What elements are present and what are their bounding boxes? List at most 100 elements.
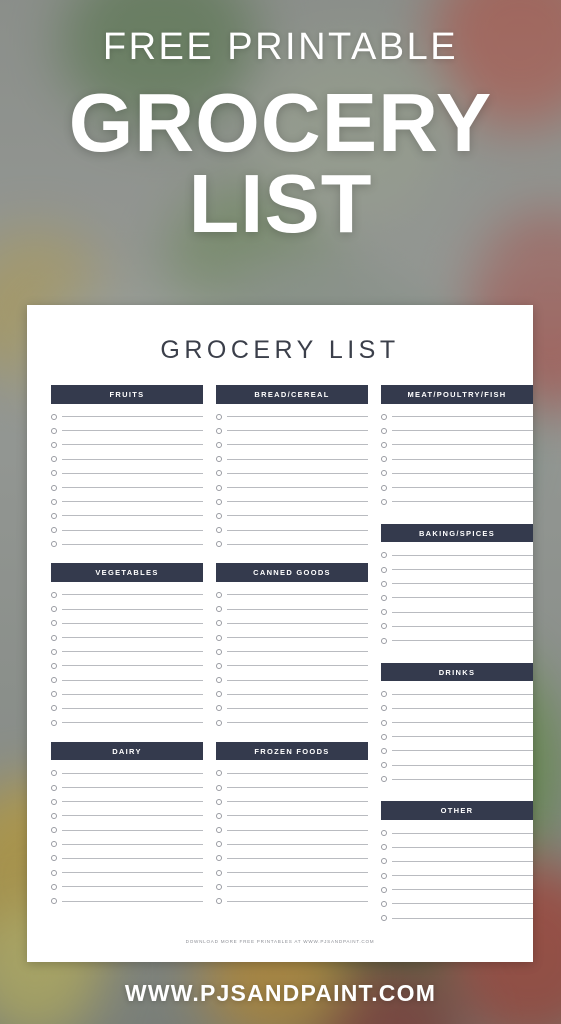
- write-in-line[interactable]: [392, 430, 533, 432]
- write-in-line[interactable]: [227, 622, 368, 624]
- list-item[interactable]: [216, 687, 368, 701]
- checkbox-circle-icon[interactable]: [51, 784, 57, 791]
- checkbox-circle-icon[interactable]: [216, 413, 222, 420]
- list-item[interactable]: [381, 424, 533, 438]
- list-item[interactable]: [381, 854, 533, 868]
- write-in-line[interactable]: [392, 832, 533, 834]
- list-item[interactable]: [216, 410, 368, 424]
- write-in-line[interactable]: [227, 515, 368, 517]
- list-item[interactable]: [51, 716, 203, 730]
- write-in-line[interactable]: [227, 444, 368, 446]
- checkbox-circle-icon[interactable]: [216, 456, 222, 463]
- checkbox-circle-icon[interactable]: [51, 648, 57, 655]
- list-item[interactable]: [381, 744, 533, 758]
- checkbox-circle-icon[interactable]: [216, 484, 222, 491]
- write-in-line[interactable]: [62, 430, 203, 432]
- list-item[interactable]: [381, 772, 533, 786]
- checkbox-circle-icon[interactable]: [216, 719, 222, 726]
- list-item[interactable]: [381, 438, 533, 452]
- checkbox-circle-icon[interactable]: [51, 484, 57, 491]
- checkbox-circle-icon[interactable]: [216, 634, 222, 641]
- list-item[interactable]: [216, 809, 368, 823]
- list-item[interactable]: [216, 452, 368, 466]
- write-in-line[interactable]: [392, 889, 533, 891]
- write-in-line[interactable]: [227, 651, 368, 653]
- list-item[interactable]: [216, 616, 368, 630]
- list-item[interactable]: [51, 438, 203, 452]
- list-item[interactable]: [216, 509, 368, 523]
- checkbox-circle-icon[interactable]: [381, 705, 387, 712]
- list-item[interactable]: [51, 509, 203, 523]
- list-item[interactable]: [381, 480, 533, 494]
- checkbox-circle-icon[interactable]: [51, 677, 57, 684]
- list-item[interactable]: [51, 424, 203, 438]
- checkbox-circle-icon[interactable]: [216, 691, 222, 698]
- list-item[interactable]: [381, 687, 533, 701]
- checkbox-circle-icon[interactable]: [381, 470, 387, 477]
- write-in-line[interactable]: [62, 772, 203, 774]
- list-item[interactable]: [51, 588, 203, 602]
- checkbox-circle-icon[interactable]: [51, 527, 57, 534]
- list-item[interactable]: [216, 823, 368, 837]
- write-in-line[interactable]: [227, 815, 368, 817]
- list-item[interactable]: [381, 619, 533, 633]
- checkbox-circle-icon[interactable]: [381, 441, 387, 448]
- write-in-line[interactable]: [62, 416, 203, 418]
- write-in-line[interactable]: [392, 611, 533, 613]
- write-in-line[interactable]: [227, 787, 368, 789]
- write-in-line[interactable]: [62, 665, 203, 667]
- list-item[interactable]: [51, 837, 203, 851]
- write-in-line[interactable]: [392, 597, 533, 599]
- list-item[interactable]: [381, 911, 533, 925]
- list-item[interactable]: [381, 548, 533, 562]
- checkbox-circle-icon[interactable]: [381, 858, 387, 865]
- checkbox-circle-icon[interactable]: [216, 512, 222, 519]
- list-item[interactable]: [216, 673, 368, 687]
- checkbox-circle-icon[interactable]: [381, 830, 387, 837]
- list-item[interactable]: [381, 716, 533, 730]
- write-in-line[interactable]: [62, 608, 203, 610]
- write-in-line[interactable]: [392, 764, 533, 766]
- checkbox-circle-icon[interactable]: [381, 844, 387, 851]
- checkbox-circle-icon[interactable]: [51, 620, 57, 627]
- list-item[interactable]: [51, 866, 203, 880]
- write-in-line[interactable]: [227, 608, 368, 610]
- checkbox-circle-icon[interactable]: [381, 623, 387, 630]
- list-item[interactable]: [216, 701, 368, 715]
- write-in-line[interactable]: [62, 622, 203, 624]
- list-item[interactable]: [51, 780, 203, 794]
- write-in-line[interactable]: [62, 444, 203, 446]
- list-item[interactable]: [51, 659, 203, 673]
- list-item[interactable]: [216, 630, 368, 644]
- write-in-line[interactable]: [392, 722, 533, 724]
- write-in-line[interactable]: [62, 829, 203, 831]
- write-in-line[interactable]: [227, 900, 368, 902]
- list-item[interactable]: [51, 602, 203, 616]
- write-in-line[interactable]: [227, 430, 368, 432]
- checkbox-circle-icon[interactable]: [381, 498, 387, 505]
- write-in-line[interactable]: [62, 815, 203, 817]
- write-in-line[interactable]: [227, 637, 368, 639]
- list-item[interactable]: [51, 523, 203, 537]
- list-item[interactable]: [216, 851, 368, 865]
- checkbox-circle-icon[interactable]: [51, 662, 57, 669]
- write-in-line[interactable]: [62, 472, 203, 474]
- list-item[interactable]: [51, 537, 203, 551]
- checkbox-circle-icon[interactable]: [51, 770, 57, 777]
- list-item[interactable]: [381, 701, 533, 715]
- checkbox-circle-icon[interactable]: [216, 541, 222, 548]
- write-in-line[interactable]: [62, 594, 203, 596]
- list-item[interactable]: [51, 894, 203, 908]
- list-item[interactable]: [381, 826, 533, 840]
- write-in-line[interactable]: [227, 458, 368, 460]
- list-item[interactable]: [216, 466, 368, 480]
- list-item[interactable]: [381, 410, 533, 424]
- write-in-line[interactable]: [392, 707, 533, 709]
- write-in-line[interactable]: [227, 679, 368, 681]
- list-item[interactable]: [51, 795, 203, 809]
- checkbox-circle-icon[interactable]: [216, 770, 222, 777]
- list-item[interactable]: [216, 602, 368, 616]
- checkbox-circle-icon[interactable]: [51, 413, 57, 420]
- write-in-line[interactable]: [227, 594, 368, 596]
- checkbox-circle-icon[interactable]: [51, 606, 57, 613]
